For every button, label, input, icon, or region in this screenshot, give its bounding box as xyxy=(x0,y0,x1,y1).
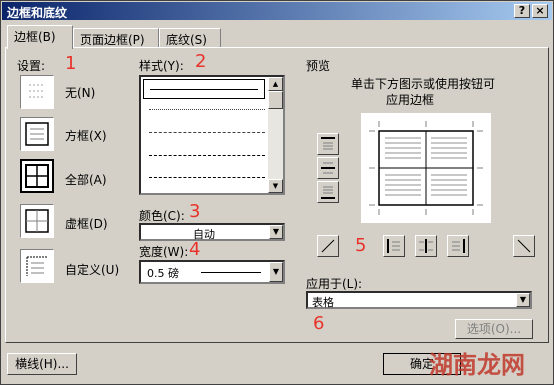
annotation-4: 4 xyxy=(189,239,201,260)
window-title: 边框和底纹 xyxy=(7,6,68,20)
border-inside-horizontal-icon[interactable] xyxy=(317,157,339,179)
border-top-icon[interactable] xyxy=(317,133,339,155)
diagonal-down-icon[interactable] xyxy=(317,235,339,257)
preview-hint-line1: 单击下方图示或使用按钮可 xyxy=(351,77,496,91)
border-right-icon[interactable] xyxy=(447,235,469,257)
scroll-up-icon[interactable]: ▲ xyxy=(268,77,283,91)
annotation-6: 6 xyxy=(313,313,325,334)
style-scrollbar[interactable]: ▲ ▼ xyxy=(268,77,283,193)
watermark-logo: 湖南龙网 xyxy=(429,350,525,379)
horizontal-line-button[interactable]: 横线(H)... xyxy=(7,353,77,375)
color-select[interactable]: 自动 ▼ xyxy=(139,223,285,241)
help-button[interactable]: ? xyxy=(514,4,530,18)
setting-custom-label[interactable]: 自定义(U) xyxy=(65,261,119,278)
setting-none-icon[interactable] xyxy=(20,75,54,109)
apply-to-label: 应用于(L): xyxy=(306,277,363,291)
border-bottom-icon[interactable] xyxy=(317,181,339,203)
style-dashdot-line[interactable] xyxy=(149,177,265,178)
apply-to-value: 表格 xyxy=(312,296,334,309)
setting-box-label[interactable]: 方框(X) xyxy=(65,127,107,144)
settings-label: 设置: xyxy=(17,59,46,73)
color-label: 颜色(C): xyxy=(139,209,185,223)
dialog-window: 边框和底纹 ? × 边框(B) 页面边框(P) 底纹(S) 设置: 1 无(N)… xyxy=(0,0,554,385)
tab-page-border[interactable]: 页面边框(P) xyxy=(73,28,159,48)
style-list[interactable]: ▲ ▼ xyxy=(139,75,285,195)
style-longdash-line[interactable] xyxy=(149,155,265,156)
width-value: 0.5 磅 xyxy=(147,267,179,280)
setting-all-label[interactable]: 全部(A) xyxy=(65,171,107,188)
setting-grid-label[interactable]: 虚框(D) xyxy=(65,215,108,232)
diagonal-up-icon[interactable] xyxy=(513,235,535,257)
title-bar: 边框和底纹 ? × xyxy=(2,2,552,20)
preview-hint-line2: 应用边框 xyxy=(386,93,435,107)
border-inside-vertical-icon[interactable] xyxy=(415,235,437,257)
style-label: 样式(Y): xyxy=(139,59,184,73)
chevron-down-icon[interactable]: ▼ xyxy=(269,262,283,282)
chevron-down-icon[interactable]: ▼ xyxy=(269,225,283,239)
chevron-down-icon[interactable]: ▼ xyxy=(516,293,530,307)
preview-label: 预览 xyxy=(306,59,331,73)
width-label: 宽度(W): xyxy=(139,245,189,259)
scroll-thumb[interactable] xyxy=(268,91,283,109)
apply-to-select[interactable]: 表格 ▼ xyxy=(306,291,532,309)
style-dotted-line[interactable] xyxy=(149,109,265,110)
style-selected-item[interactable] xyxy=(143,79,265,99)
scroll-down-icon[interactable]: ▼ xyxy=(268,179,283,193)
annotation-5: 5 xyxy=(355,235,367,256)
setting-all-icon[interactable] xyxy=(20,159,54,193)
preview-canvas[interactable] xyxy=(361,113,491,223)
setting-custom-icon[interactable] xyxy=(20,249,54,283)
color-value: 自动 xyxy=(193,228,215,241)
tab-borders[interactable]: 边框(B) xyxy=(7,25,73,49)
annotation-3: 3 xyxy=(189,201,201,222)
annotation-1: 1 xyxy=(65,53,77,74)
setting-grid-icon[interactable] xyxy=(20,204,54,238)
setting-none-label[interactable]: 无(N) xyxy=(65,84,95,101)
tab-shading[interactable]: 底纹(S) xyxy=(159,28,221,48)
setting-box-icon[interactable] xyxy=(20,117,54,151)
style-dash-line[interactable] xyxy=(149,132,265,133)
options-button[interactable]: 选项(O)... xyxy=(455,319,533,339)
close-button[interactable]: × xyxy=(532,4,548,18)
border-left-icon[interactable] xyxy=(383,235,405,257)
annotation-2: 2 xyxy=(195,51,207,72)
width-select[interactable]: 0.5 磅 ▼ xyxy=(139,260,285,284)
